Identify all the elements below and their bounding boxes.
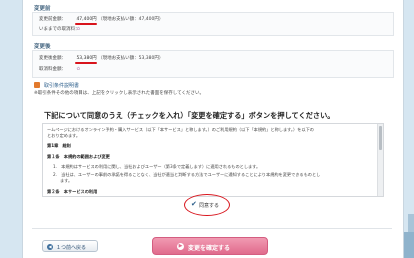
terms-item: 1. 本規約はサービスの利用に関し、当社およびユーザー（第3条で定義します）に適…: [53, 164, 261, 169]
background-decoration-base: [404, 232, 414, 258]
arrow-right-icon: ▶: [177, 243, 184, 250]
before-box: 変更前金額： 47,400円 （現地お支払い額：47,400円） いままでの取消…: [32, 12, 394, 36]
agreement-heading: 下記について同意のうえ（チェックを入れ）「変更を確定する」ボタンを押してください…: [44, 111, 335, 120]
after-box: 変更後金額： 53,380円 （現地お支払い額：53,380円） 取消料金額： …: [32, 50, 394, 78]
before-amount-underline: [75, 23, 97, 25]
divider: [32, 228, 392, 229]
terms-scrollbar[interactable]: [377, 124, 383, 196]
terms-chapter-title: 第1章 総則: [47, 143, 71, 148]
terms-scroll-box[interactable]: ームページにおけるオンライン予約・購入サービス（以下「本サービス」と称します。）…: [42, 123, 384, 197]
before-amount-label: 変更前金額：: [39, 17, 66, 22]
fee-icon: ✿: [76, 27, 81, 32]
checkmark-icon: ✔: [191, 200, 197, 208]
terms-item: 2. 当社は、ユーザーの事前の承諾を得ることなく、当社が適当と判断する方法でユー…: [53, 172, 321, 177]
after-cancel-label: 取消料金額：: [39, 67, 66, 72]
save-document-note: ※取引条件その他の項目は、上記をクリックし表示された書面を保存してください。: [34, 91, 204, 96]
terms-intro-line: とおり定めます。: [47, 133, 81, 138]
back-button[interactable]: ◀ １つ前へ戻る: [42, 240, 98, 252]
agree-label: 同意する: [199, 202, 220, 209]
before-amount-row: 変更前金額： 47,400円 （現地お支払い額：47,400円）: [39, 16, 163, 22]
back-button-label: １つ前へ戻る: [56, 244, 87, 251]
after-section-label: 変更後: [34, 44, 51, 50]
after-amount-note: （現地お支払い額：53,380円）: [98, 56, 164, 61]
after-amount-value: 53,380円: [76, 56, 97, 61]
terms-item: ます。: [60, 178, 73, 183]
back-arrow-icon: ◀: [47, 243, 53, 250]
before-section-label: 変更前: [34, 6, 51, 12]
background-decoration: [408, 214, 414, 232]
after-amount-label: 変更後金額：: [39, 56, 66, 61]
confirm-button-label: 変更を確定する: [188, 244, 231, 252]
terms-scrollbar-thumb[interactable]: [379, 126, 382, 150]
agree-checkbox[interactable]: ✔ 同意する: [184, 194, 230, 216]
before-cancel-row: いままでの取消料： ✿: [39, 26, 80, 32]
after-amount-underline: [75, 62, 97, 64]
before-amount-value: 47,400円: [76, 17, 97, 22]
terms-intro-line: ームページにおけるオンライン予約・購入サービス（以下「本サービス」と称します。）…: [47, 127, 314, 132]
after-amount-row: 変更後金額： 53,380円 （現地お支払い額：53,380円）: [39, 55, 163, 61]
terms-article-title: 第１条 本規約の範囲および変更: [47, 154, 110, 159]
terms-article-title: 第２条 本サービスの利用: [47, 189, 98, 194]
confirm-change-button[interactable]: ▶ 変更を確定する: [152, 237, 268, 255]
fee-icon: ✿: [76, 67, 81, 72]
after-cancel-row: 取消料金額： ✿: [39, 66, 80, 72]
before-amount-note: （現地お支払い額：47,400円）: [98, 17, 164, 22]
document-icon: [34, 82, 40, 88]
before-cancel-label: いままでの取消料：: [39, 27, 80, 32]
terms-document-link[interactable]: 取引条件説明書: [44, 82, 79, 89]
